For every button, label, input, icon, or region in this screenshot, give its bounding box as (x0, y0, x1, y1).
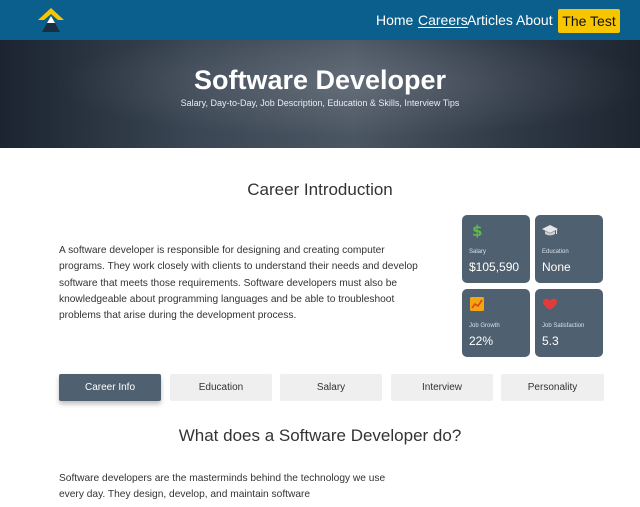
hero-banner: Software Developer Salary, Day-to-Day, J… (0, 40, 640, 148)
career-introduction-heading: Career Introduction (247, 180, 393, 199)
what-does-text: Software developers are the masterminds … (59, 473, 386, 501)
job-growth-value: 22% (469, 334, 494, 348)
dollar-icon: $ (472, 222, 482, 238)
chart-icon (470, 297, 484, 311)
page-title: Software Developer (193, 65, 447, 95)
tab-interview[interactable]: Interview (391, 374, 493, 401)
education-card: Education None (535, 215, 603, 283)
salary-card: $ Salary $105,590 (462, 215, 530, 283)
svg-text:$: $ (472, 222, 482, 238)
job-growth-label: Job Growth (469, 323, 500, 329)
nav-careers-link[interactable]: Careers (418, 11, 468, 29)
nav-articles-link[interactable]: Articles (467, 11, 513, 29)
salary-value: $105,590 (469, 260, 520, 274)
salary-label: Salary (469, 249, 487, 255)
tab-salary[interactable]: Salary (280, 374, 382, 401)
job-growth-card: Job Growth 22% (462, 289, 530, 357)
tab-career-info[interactable]: Career Info (59, 374, 161, 401)
graduation-cap-icon (542, 225, 558, 236)
nav-home-link[interactable]: Home (376, 11, 413, 29)
career-introduction-text: A software developer is responsible for … (59, 245, 418, 322)
education-value: None (542, 260, 571, 274)
education-label: Education (542, 249, 569, 255)
logo-icon[interactable] (36, 6, 66, 34)
the-test-button[interactable]: The Test (558, 9, 620, 33)
heart-icon (543, 298, 557, 310)
tab-personality[interactable]: Personality (501, 374, 604, 401)
nav-about-link[interactable]: About (516, 11, 553, 29)
top-navbar: Home Careers Articles About The Test (0, 0, 640, 40)
job-satisfaction-card: Job Satisfaction 5.3 (535, 289, 603, 357)
page-subtitle: Salary, Day-to-Day, Job Description, Edu… (180, 98, 460, 108)
tab-education[interactable]: Education (170, 374, 272, 401)
job-satisfaction-value: 5.3 (542, 334, 559, 348)
what-does-heading: What does a Software Developer do? (178, 426, 462, 445)
job-satisfaction-label: Job Satisfaction (542, 323, 585, 329)
